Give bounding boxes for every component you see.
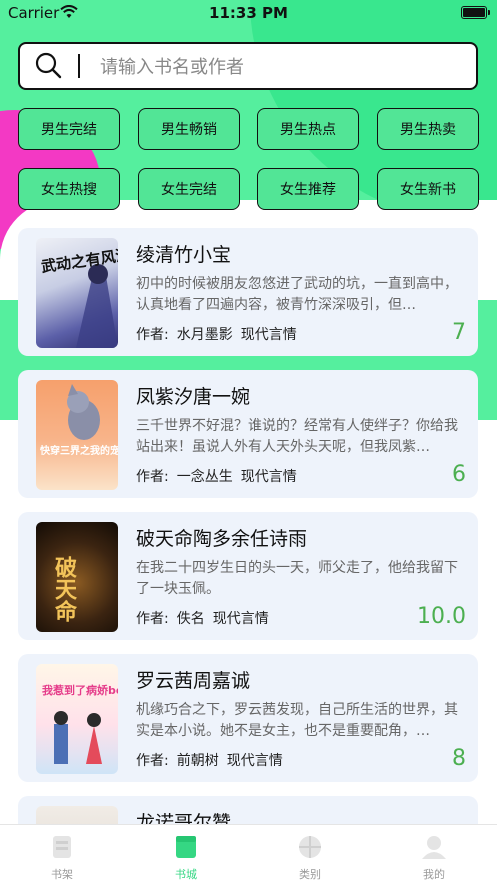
- book-meta: 作者: 一念丛生 现代言情: [136, 466, 305, 486]
- book-card[interactable]: 武动之有风清竹 绫清竹小宝 初中的时候被朋友忽悠进了武动的坑，一直到高中，认真地…: [18, 228, 478, 356]
- status-bar: Carrier 11:33 PM: [0, 0, 497, 28]
- genre-label: 现代言情: [212, 611, 269, 627]
- book-title: 凤紫汐唐一婉: [136, 386, 251, 408]
- book-score: 10.0: [417, 604, 466, 629]
- book-title: 绫清竹小宝: [136, 244, 232, 266]
- search-icon: [35, 52, 62, 79]
- book-score: 7: [452, 320, 466, 345]
- cover-title-text: 破天命: [51, 555, 77, 623]
- tab-label: 书架: [51, 868, 73, 881]
- author-prefix: 作者:: [136, 327, 169, 343]
- book-card[interactable]: 快穿三界之我的宠物是闽罗大佬 凤紫汐唐一婉 三千世界不好混？谁说的？经常有人使绊…: [18, 370, 478, 498]
- search-input[interactable]: 请输入书名或作者: [100, 53, 244, 79]
- text-cursor: [78, 54, 80, 78]
- book-description: 机缘巧合之下，罗云茜发现，自己所生活的世界，其实是本小说。她不是女主，也不是重要…: [136, 702, 458, 739]
- category-button[interactable]: 女生热搜: [18, 168, 120, 210]
- category-button[interactable]: 女生推荐: [257, 168, 359, 210]
- bookshelf-icon: [53, 836, 71, 858]
- book-meta: 作者: 水月墨影 现代言情: [136, 324, 305, 344]
- tab-label: 类别: [299, 868, 321, 881]
- genre-label: 现代言情: [240, 469, 297, 485]
- clock: 11:33 PM: [209, 4, 288, 22]
- tab-bookshelf[interactable]: 书架: [0, 825, 124, 883]
- book-cover: 武动之有风清竹: [36, 238, 118, 348]
- author-name: 佚名: [176, 611, 205, 627]
- book-score: 6: [452, 462, 466, 487]
- tab-label: 我的: [423, 868, 445, 881]
- category-button[interactable]: 女生新书: [377, 168, 479, 210]
- bookstore-icon: [176, 836, 196, 858]
- author-prefix: 作者:: [136, 469, 169, 485]
- tab-bookstore[interactable]: 书城: [124, 825, 248, 883]
- book-description: 在我二十四岁生日的头一天，师父走了，他给我留下了一块玉佩。: [136, 560, 458, 597]
- tab-profile[interactable]: 我的: [372, 825, 496, 883]
- category-button[interactable]: 男生畅销: [138, 108, 240, 150]
- battery-icon: [461, 6, 490, 19]
- book-cover: 快穿三界之我的宠物是闽罗大佬: [36, 380, 118, 490]
- book-title: 罗云茜周嘉诚: [136, 670, 251, 692]
- book-cover-art: 武动之有风清竹: [40, 244, 118, 348]
- tab-category[interactable]: 类别: [248, 825, 372, 883]
- book-description: 三千世界不好混？谁说的？经常有人使绊子？你给我站出来！虽说人外有人天外头天呢，但…: [136, 418, 458, 455]
- genre-label: 现代言情: [240, 327, 297, 343]
- author-name: 水月墨影: [176, 327, 233, 343]
- book-cover-art: 破天命: [51, 555, 77, 623]
- book-cover: 我惹到了病娇boss: [36, 664, 118, 774]
- cover-title-text: 快穿三界之我的宠物是闽罗大佬: [39, 444, 118, 457]
- tab-label: 书城: [175, 868, 197, 881]
- category-button[interactable]: 男生热卖: [377, 108, 479, 150]
- profile-icon: [422, 836, 446, 859]
- search-bar[interactable]: 请输入书名或作者: [18, 42, 478, 90]
- book-score: 8: [452, 746, 466, 771]
- book-description: 初中的时候被朋友忽悠进了武动的坑，一直到高中，认真地看了四遍内容，被青竹深深吸引…: [136, 276, 458, 313]
- book-card[interactable]: 破天命 破天命陶多余任诗雨 在我二十四岁生日的头一天，师父走了，他给我留下了一块…: [18, 512, 478, 640]
- book-title: 破天命陶多余任诗雨: [136, 528, 308, 550]
- author-name: 一念丛生: [176, 469, 233, 485]
- book-cover: 破天命: [36, 522, 118, 632]
- author-prefix: 作者:: [136, 611, 169, 627]
- book-meta: 作者: 前朝树 现代言情: [136, 750, 291, 770]
- genre-label: 现代言情: [226, 753, 283, 769]
- book-cover-art: 我惹到了病娇boss: [42, 683, 118, 764]
- cover-title-text: 我惹到了病娇boss: [42, 683, 118, 697]
- tab-bar: 书架 书城 类别 我的: [0, 824, 497, 883]
- category-button[interactable]: 女生完结: [138, 168, 240, 210]
- category-button[interactable]: 男生热点: [257, 108, 359, 150]
- book-meta: 作者: 佚名 现代言情: [136, 608, 277, 628]
- category-icon: [299, 836, 321, 858]
- author-prefix: 作者:: [136, 753, 169, 769]
- book-card[interactable]: 我惹到了病娇boss 罗云茜周嘉诚 机缘巧合之下，罗云茜发现，自己所生活的世界，…: [18, 654, 478, 782]
- category-button[interactable]: 男生完结: [18, 108, 120, 150]
- book-cover-art: 快穿三界之我的宠物是闽罗大佬: [39, 384, 118, 457]
- author-name: 前朝树: [176, 753, 219, 769]
